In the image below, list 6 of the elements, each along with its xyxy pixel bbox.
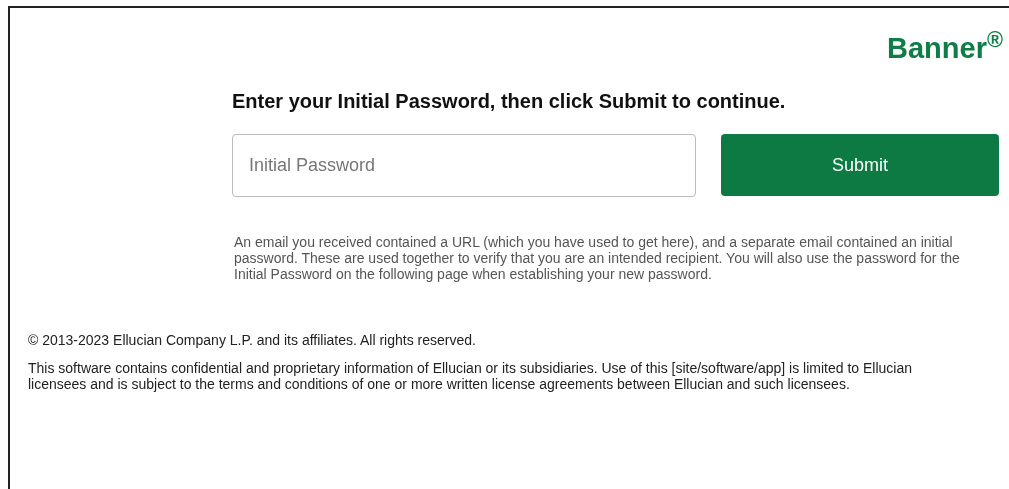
page-heading: Enter your Initial Password, then click Submit to continue. xyxy=(232,89,787,114)
copyright-text: © 2013-2023 Ellucian Company L.P. and its affiliates. All rights reserved. xyxy=(28,332,477,348)
submit-button[interactable]: Submit xyxy=(721,134,999,196)
license-notice: This software contains confidential and proprietary information of Ellucian or its subsidiaries. Use of this [site/software/app] is limited to Ellucian licensees and is subject to the terms and conditions of one or more written license agreements between Ellucian and such licensees. xyxy=(28,360,913,392)
help-text: An email you received contained a URL (which you have used to get here), and a separate email contained an initial password. These are used together to verify that you are an intended recipient. You will also use the password for the Initial Password on the following page when establishing your new password. xyxy=(234,234,961,282)
password-field[interactable]: Initial Password xyxy=(232,134,696,197)
